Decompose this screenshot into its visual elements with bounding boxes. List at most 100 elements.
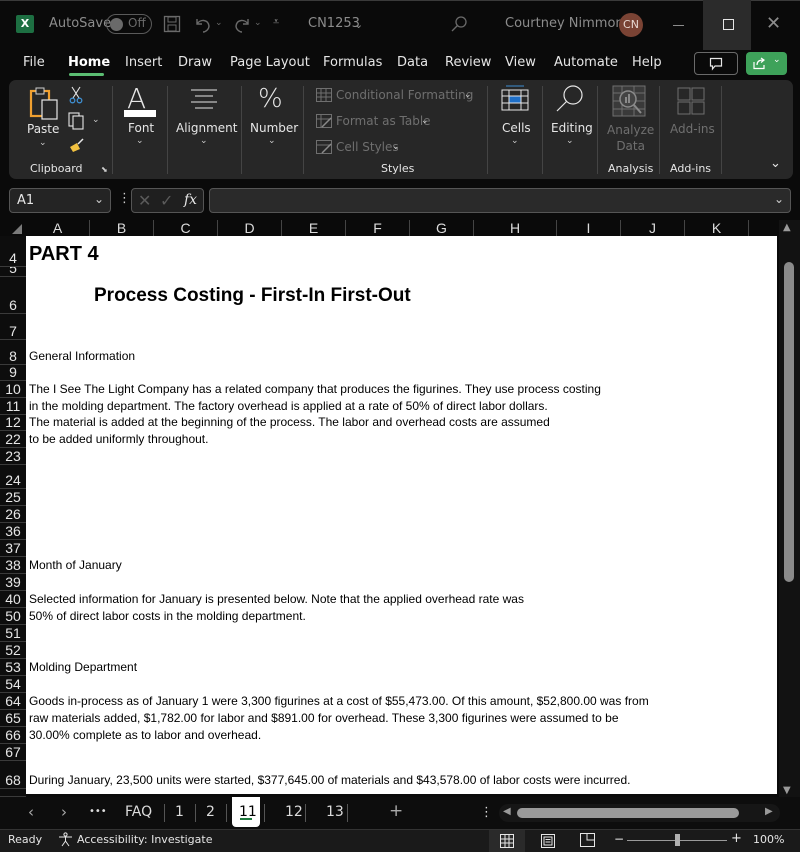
more-sheets-button[interactable]: ••• bbox=[89, 806, 107, 817]
accessibility-status[interactable]: Accessibility: Investigate bbox=[77, 833, 213, 846]
sheet-tab-2[interactable]: 2 bbox=[206, 804, 215, 820]
column-header-c[interactable]: C bbox=[154, 220, 218, 236]
row-header-24[interactable]: 24 bbox=[0, 465, 26, 489]
cell-styles-button[interactable]: Cell Styles bbox=[336, 140, 399, 154]
expand-formula-bar-icon[interactable]: ⌄ bbox=[774, 192, 784, 206]
zoom-slider-thumb[interactable] bbox=[675, 834, 680, 846]
add-sheet-button[interactable]: + bbox=[389, 801, 403, 821]
column-header-j[interactable]: J bbox=[621, 220, 685, 236]
file-name[interactable]: CN1253 bbox=[308, 16, 360, 31]
paste-dropdown-icon[interactable]: ⌄ bbox=[39, 138, 47, 148]
name-box-dropdown-icon[interactable]: ⌄ bbox=[94, 192, 104, 206]
tab-formulas[interactable]: Formulas bbox=[323, 55, 382, 70]
row-header-53[interactable]: 53 bbox=[0, 659, 26, 676]
comments-button[interactable] bbox=[694, 52, 738, 75]
sheet-tab-1[interactable]: 1 bbox=[175, 804, 184, 820]
cell-a64[interactable]: Goods in-process as of January 1 were 3,… bbox=[29, 694, 649, 708]
scroll-right-icon[interactable]: ▶ bbox=[765, 806, 773, 817]
row-header-10[interactable]: 10 bbox=[0, 381, 26, 398]
share-button[interactable]: ⌄ bbox=[746, 52, 787, 75]
column-header-a[interactable]: A bbox=[26, 220, 90, 236]
number-label[interactable]: Number bbox=[250, 121, 298, 135]
cell-styles-icon[interactable] bbox=[316, 140, 332, 154]
format-as-table-button[interactable]: Format as Table bbox=[336, 114, 431, 128]
save-icon[interactable] bbox=[163, 15, 181, 33]
zoom-level[interactable]: 100% bbox=[753, 833, 784, 846]
insert-function-button[interactable]: fx bbox=[184, 192, 197, 208]
cell-styles-dropdown-icon[interactable]: ⌄ bbox=[392, 142, 400, 152]
enter-icon[interactable]: ✓ bbox=[160, 191, 173, 210]
cell-a6[interactable]: Process Costing - First-In First-Out bbox=[94, 285, 411, 307]
scroll-down-icon[interactable]: ▼ bbox=[783, 785, 791, 796]
row-header-65[interactable]: 65 bbox=[0, 710, 26, 727]
maximize-button[interactable] bbox=[703, 0, 751, 50]
tab-review[interactable]: Review bbox=[445, 55, 491, 70]
undo-dropdown-icon[interactable]: ⌄ bbox=[215, 18, 223, 28]
worksheet-grid[interactable]: PART 4 Process Costing - First-In First-O… bbox=[26, 236, 777, 794]
alignment-icon[interactable] bbox=[189, 88, 219, 112]
cell-a4[interactable]: PART 4 bbox=[29, 243, 99, 266]
cell-a10[interactable]: The I See The Light Company has a relate… bbox=[29, 382, 601, 396]
sheet-tab-13[interactable]: 13 bbox=[326, 804, 344, 820]
close-icon[interactable]: ✕ bbox=[766, 13, 781, 34]
format-as-table-dropdown-icon[interactable]: ⌄ bbox=[421, 116, 429, 126]
cell-a38[interactable]: Month of January bbox=[29, 558, 122, 572]
tab-file[interactable]: File bbox=[23, 55, 45, 70]
tab-page-layout[interactable]: Page Layout bbox=[230, 55, 310, 70]
row-header-8[interactable]: 8 bbox=[0, 340, 26, 365]
sheet-tab-12[interactable]: 12 bbox=[285, 804, 303, 820]
copy-icon[interactable] bbox=[68, 112, 86, 130]
tab-insert[interactable]: Insert bbox=[125, 55, 162, 70]
user-avatar[interactable]: CN bbox=[619, 13, 643, 37]
row-header-64[interactable]: 64 bbox=[0, 693, 26, 710]
cells-label[interactable]: Cells bbox=[502, 121, 531, 135]
cells-icon[interactable] bbox=[501, 84, 529, 112]
font-label[interactable]: Font bbox=[128, 121, 154, 135]
cell-a66[interactable]: 30.00% complete as to labor and overhead… bbox=[29, 728, 261, 742]
clipboard-launcher-icon[interactable]: ⬊ bbox=[101, 165, 108, 174]
row-header-12[interactable]: 12 bbox=[0, 415, 26, 431]
page-break-view-icon[interactable] bbox=[580, 833, 595, 847]
redo-icon[interactable] bbox=[232, 15, 252, 33]
undo-icon[interactable] bbox=[193, 15, 213, 33]
add-ins-icon[interactable] bbox=[677, 87, 705, 115]
row-header-68[interactable]: 68 bbox=[0, 761, 26, 789]
analyze-data-icon[interactable] bbox=[612, 85, 646, 117]
conditional-formatting-icon[interactable] bbox=[316, 88, 332, 102]
prev-sheet-icon[interactable]: ‹ bbox=[28, 803, 34, 821]
row-header-67[interactable]: 67 bbox=[0, 744, 26, 761]
vertical-scroll-thumb[interactable] bbox=[784, 262, 794, 582]
row-header-36[interactable]: 36 bbox=[0, 523, 26, 540]
select-all-button[interactable] bbox=[0, 220, 26, 236]
font-dropdown-icon[interactable]: ⌄ bbox=[136, 136, 144, 146]
page-layout-view-icon[interactable] bbox=[541, 834, 555, 848]
copy-dropdown-icon[interactable]: ⌄ bbox=[92, 115, 100, 125]
row-header-37[interactable]: 37 bbox=[0, 540, 26, 557]
horizontal-scroll-thumb[interactable] bbox=[517, 808, 739, 818]
customize-toolbar-icon[interactable]: ⩡ bbox=[273, 15, 279, 29]
row-header-5[interactable]: 5 bbox=[0, 267, 26, 277]
add-ins-button[interactable]: Add-ins bbox=[670, 122, 715, 136]
column-header-b[interactable]: B bbox=[90, 220, 154, 236]
column-header-e[interactable]: E bbox=[282, 220, 346, 236]
conditional-formatting-button[interactable]: Conditional Formatting bbox=[336, 88, 473, 102]
percent-icon[interactable]: % bbox=[258, 84, 283, 114]
autosave-toggle[interactable]: Off bbox=[106, 14, 152, 34]
row-header-50[interactable]: 50 bbox=[0, 608, 26, 625]
accessibility-icon[interactable] bbox=[58, 832, 73, 847]
cell-a68[interactable]: During January, 23,500 units were starte… bbox=[29, 773, 630, 787]
zoom-out-button[interactable]: − bbox=[614, 832, 624, 846]
cell-a22[interactable]: to be added uniformly throughout. bbox=[29, 432, 208, 446]
scroll-left-icon[interactable]: ◀ bbox=[503, 806, 511, 817]
minimize-icon[interactable] bbox=[673, 25, 684, 26]
tab-home[interactable]: Home bbox=[68, 55, 110, 70]
row-header-4[interactable]: 4 bbox=[0, 236, 26, 267]
tab-help[interactable]: Help bbox=[632, 55, 662, 70]
format-painter-icon[interactable] bbox=[68, 137, 86, 153]
search-icon[interactable] bbox=[450, 15, 468, 33]
tab-view[interactable]: View bbox=[505, 55, 536, 70]
editing-label[interactable]: Editing bbox=[551, 121, 593, 135]
cell-a53[interactable]: Molding Department bbox=[29, 660, 137, 674]
row-header-51[interactable]: 51 bbox=[0, 625, 26, 642]
column-header-f[interactable]: F bbox=[346, 220, 410, 236]
